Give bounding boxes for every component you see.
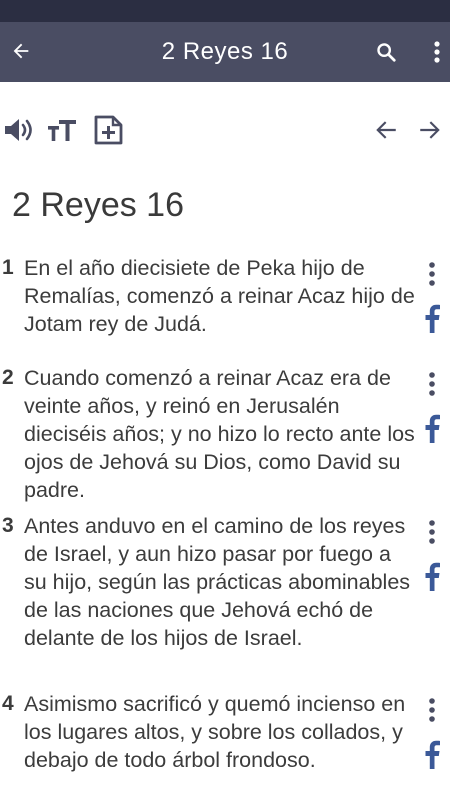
chapter-title: 2 Reyes 16 — [12, 186, 184, 224]
verse-options-icon[interactable] — [420, 516, 444, 548]
speaker-icon[interactable] — [0, 112, 36, 148]
verse-number: 4 — [2, 692, 14, 715]
verse-options-icon[interactable] — [420, 258, 444, 290]
facebook-share-icon[interactable] — [420, 560, 444, 592]
verse-text: Cuando comenzó a reinar Acaz era de vein… — [24, 366, 415, 502]
more-vertical-icon[interactable] — [425, 36, 449, 68]
app-bar: 2 Reyes 16 — [0, 22, 450, 82]
verse-options-icon[interactable] — [420, 368, 444, 400]
verse-number: 1 — [2, 256, 14, 279]
verse-options-icon[interactable] — [420, 694, 444, 726]
previous-chapter-icon[interactable] — [368, 112, 404, 148]
facebook-share-icon[interactable] — [420, 412, 444, 444]
verse-number: 2 — [2, 366, 14, 389]
facebook-share-icon[interactable] — [420, 302, 444, 334]
status-bar — [0, 0, 450, 22]
facebook-share-icon[interactable] — [420, 738, 444, 770]
arrow-left-icon[interactable] — [6, 36, 36, 66]
reader-toolbar — [0, 108, 450, 152]
add-note-icon[interactable] — [90, 112, 126, 148]
search-icon[interactable] — [370, 36, 402, 68]
verse-text: En el año diecisiete de Peka hijo de Rem… — [24, 256, 415, 336]
verse-text: Antes anduvo en el camino de los reyes d… — [24, 514, 411, 650]
verse-text: Asimismo sacrificó y quemó incienso en l… — [24, 692, 406, 772]
verse-number: 3 — [2, 514, 14, 537]
next-chapter-icon[interactable] — [412, 112, 448, 148]
text-size-icon[interactable] — [44, 112, 80, 148]
